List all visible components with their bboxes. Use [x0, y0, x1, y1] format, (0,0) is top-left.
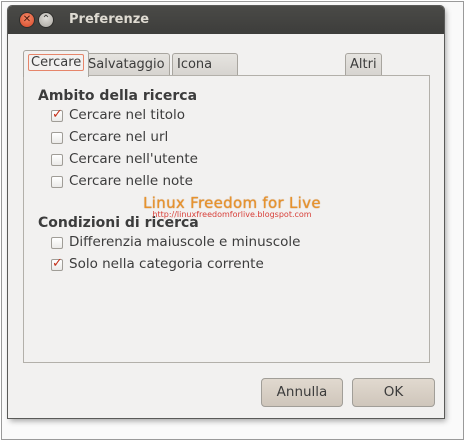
checkbox-label: Cercare nel titolo [69, 107, 186, 123]
checkbox[interactable] [51, 237, 63, 249]
check-icon: ✓ [52, 256, 63, 271]
checkbox[interactable] [51, 132, 63, 144]
window-title: Preferenze [69, 12, 150, 27]
section-heading-scope: Ambito della ricerca [38, 88, 198, 104]
checkbox[interactable]: ✓ [51, 256, 63, 271]
checkbox[interactable]: ✓ [51, 107, 63, 122]
watermark: Linux Freedom for Live http://linuxfreed… [132, 194, 332, 219]
tab-cercare[interactable]: Cercare [23, 50, 90, 77]
checkbox[interactable] [51, 176, 63, 188]
checkbox-label: Solo nella categoria corrente [69, 256, 264, 272]
watermark-url: http://linuxfreedomforlive.blogspot.com [152, 210, 312, 219]
checkbox-label: Differenzia maiuscole e minuscole [69, 234, 301, 250]
tab-label: Cercare [28, 54, 85, 71]
tab-altri[interactable]: Altri [345, 53, 382, 76]
tab-label: Altri [350, 57, 377, 72]
tab-icona-area-notifica[interactable]: Icona dell'area di notifica [172, 53, 239, 135]
tab-salvataggio[interactable]: Salvataggio [83, 53, 170, 76]
maximize-window-button[interactable]: ⌃ [38, 12, 54, 28]
preferences-dialog: ✕ ⌃ Preferenze Cercare Salvataggio Icona… [8, 6, 444, 418]
checkbox-label: Cercare nelle note [69, 173, 193, 189]
cancel-button[interactable]: Annulla [261, 378, 343, 407]
checkbox-label: Cercare nel url [69, 129, 169, 145]
title-bar: ✕ ⌃ Preferenze [8, 6, 444, 34]
check-icon: ✓ [52, 107, 63, 122]
ok-button[interactable]: OK [352, 378, 435, 407]
close-window-button[interactable]: ✕ [19, 12, 35, 28]
tab-label: Salvataggio [88, 57, 165, 72]
checkbox-label: Cercare nell'utente [69, 151, 198, 167]
chevron-up-icon: ⌃ [41, 14, 51, 25]
checkbox[interactable] [51, 154, 63, 166]
close-icon: ✕ [22, 14, 32, 25]
